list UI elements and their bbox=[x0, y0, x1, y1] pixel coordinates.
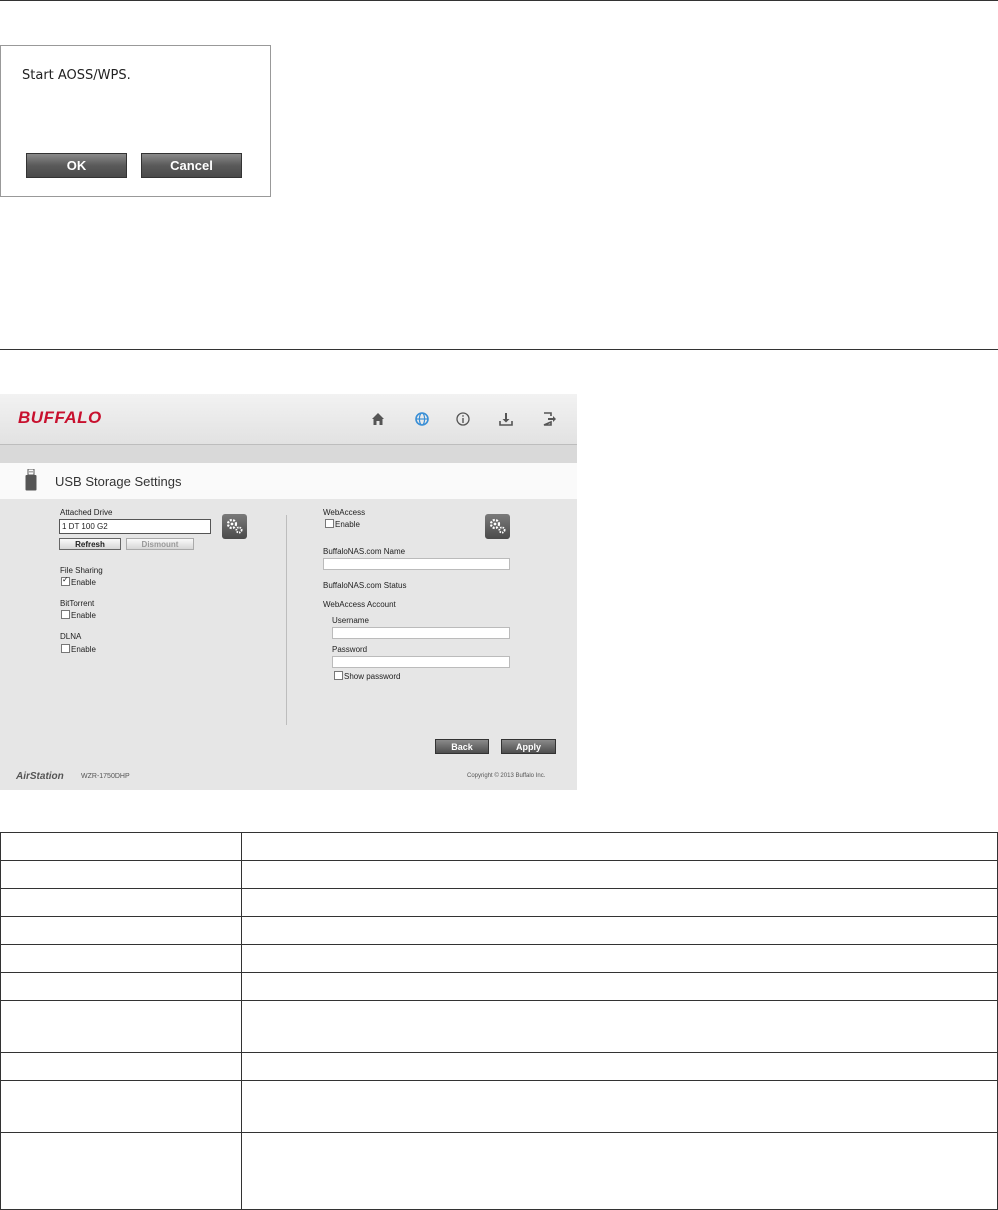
webaccess-settings-button[interactable] bbox=[485, 514, 510, 539]
page-title: USB Storage Settings bbox=[55, 474, 182, 489]
table-row bbox=[0, 1052, 998, 1081]
table-cell bbox=[0, 888, 242, 917]
logout-icon[interactable] bbox=[541, 411, 557, 427]
table-row bbox=[0, 888, 998, 917]
table-row bbox=[0, 944, 998, 973]
webaccess-enable-label: Enable bbox=[335, 520, 360, 529]
refresh-button[interactable]: Refresh bbox=[59, 538, 121, 550]
file-sharing-enable-label: Enable bbox=[71, 578, 96, 587]
table-row bbox=[0, 916, 998, 945]
usb-drive-icon bbox=[25, 469, 37, 491]
buffalonas-name-input[interactable] bbox=[323, 558, 510, 570]
table-row bbox=[0, 832, 998, 861]
column-divider bbox=[286, 515, 287, 725]
table-row bbox=[0, 1080, 998, 1133]
table-cell bbox=[241, 860, 998, 889]
dlna-checkbox[interactable] bbox=[61, 644, 70, 653]
drive-settings-button[interactable] bbox=[222, 514, 247, 539]
model-name: WZR-1750DHP bbox=[81, 773, 130, 780]
table-row bbox=[0, 860, 998, 889]
dlna-label: DLNA bbox=[60, 632, 82, 641]
webaccess-account-label: WebAccess Account bbox=[323, 600, 396, 609]
show-password-label: Show password bbox=[344, 672, 401, 681]
table-row bbox=[0, 1132, 998, 1210]
page-titlebar: USB Storage Settings bbox=[0, 463, 577, 499]
table-cell bbox=[241, 1000, 998, 1053]
table-cell bbox=[0, 860, 242, 889]
dlna-enable-label: Enable bbox=[71, 645, 96, 654]
info-icon[interactable] bbox=[455, 411, 471, 427]
attached-drive-value: 1 DT 100 G2 bbox=[62, 522, 108, 531]
gears-icon bbox=[489, 518, 506, 534]
cancel-button[interactable]: Cancel bbox=[141, 153, 242, 178]
table-cell bbox=[241, 972, 998, 1001]
router-settings-screen: BUFFALO USB Storage Settings Attached Dr… bbox=[0, 394, 577, 790]
table-cell bbox=[0, 832, 242, 861]
download-icon[interactable] bbox=[498, 411, 514, 427]
bittorrent-checkbox[interactable] bbox=[61, 610, 70, 619]
attached-drive-label: Attached Drive bbox=[60, 508, 113, 517]
header-strip bbox=[0, 445, 577, 463]
gears-icon bbox=[226, 518, 243, 534]
back-button[interactable]: Back bbox=[435, 739, 489, 754]
table-cell bbox=[241, 1052, 998, 1081]
dismount-button[interactable]: Dismount bbox=[126, 538, 194, 550]
table-cell bbox=[0, 972, 242, 1001]
aoss-wps-dialog: Start AOSS/WPS. OK Cancel bbox=[0, 45, 271, 197]
password-label: Password bbox=[332, 645, 368, 654]
ok-button[interactable]: OK bbox=[26, 153, 127, 178]
show-password-checkbox[interactable] bbox=[334, 671, 343, 680]
globe-icon[interactable] bbox=[414, 411, 430, 427]
password-input[interactable] bbox=[332, 656, 510, 668]
home-icon[interactable] bbox=[370, 411, 386, 427]
top-divider bbox=[0, 0, 998, 1]
buffalo-logo: BUFFALO bbox=[18, 408, 102, 427]
file-sharing-label: File Sharing bbox=[60, 566, 103, 575]
table-cell bbox=[241, 888, 998, 917]
file-sharing-checkbox[interactable] bbox=[61, 575, 70, 586]
attached-drive-field[interactable]: 1 DT 100 G2 bbox=[59, 519, 211, 534]
bittorrent-label: BitTorrent bbox=[60, 599, 95, 608]
router-header: BUFFALO bbox=[0, 394, 577, 445]
table-cell bbox=[241, 1132, 998, 1210]
section-divider bbox=[0, 349, 998, 350]
buffalonas-name-label: BuffaloNAS.com Name bbox=[323, 547, 406, 556]
table-cell bbox=[0, 1132, 242, 1210]
webaccess-checkbox[interactable] bbox=[325, 519, 334, 528]
buffalonas-status-label: BuffaloNAS.com Status bbox=[323, 581, 407, 590]
table-row bbox=[0, 972, 998, 1001]
table-row bbox=[0, 1000, 998, 1053]
table-cell bbox=[241, 944, 998, 973]
username-input[interactable] bbox=[332, 627, 510, 639]
apply-button[interactable]: Apply bbox=[501, 739, 556, 754]
table-cell bbox=[0, 1052, 242, 1081]
table-cell bbox=[241, 916, 998, 945]
table-cell bbox=[0, 916, 242, 945]
settings-body: Attached Drive 1 DT 100 G2 Refresh Dismo… bbox=[0, 499, 577, 790]
table-cell bbox=[241, 1080, 998, 1133]
bittorrent-enable-label: Enable bbox=[71, 611, 96, 620]
webaccess-label: WebAccess bbox=[323, 508, 366, 517]
username-label: Username bbox=[332, 616, 369, 625]
copyright: Copyright © 2013 Buffalo Inc. bbox=[467, 773, 546, 779]
table-cell bbox=[0, 944, 242, 973]
table-cell bbox=[0, 1000, 242, 1053]
airstation-logo: AirStation bbox=[16, 771, 64, 782]
settings-table bbox=[0, 832, 998, 1210]
dialog-message: Start AOSS/WPS. bbox=[22, 68, 131, 83]
table-cell bbox=[0, 1080, 242, 1133]
table-cell bbox=[241, 832, 998, 861]
